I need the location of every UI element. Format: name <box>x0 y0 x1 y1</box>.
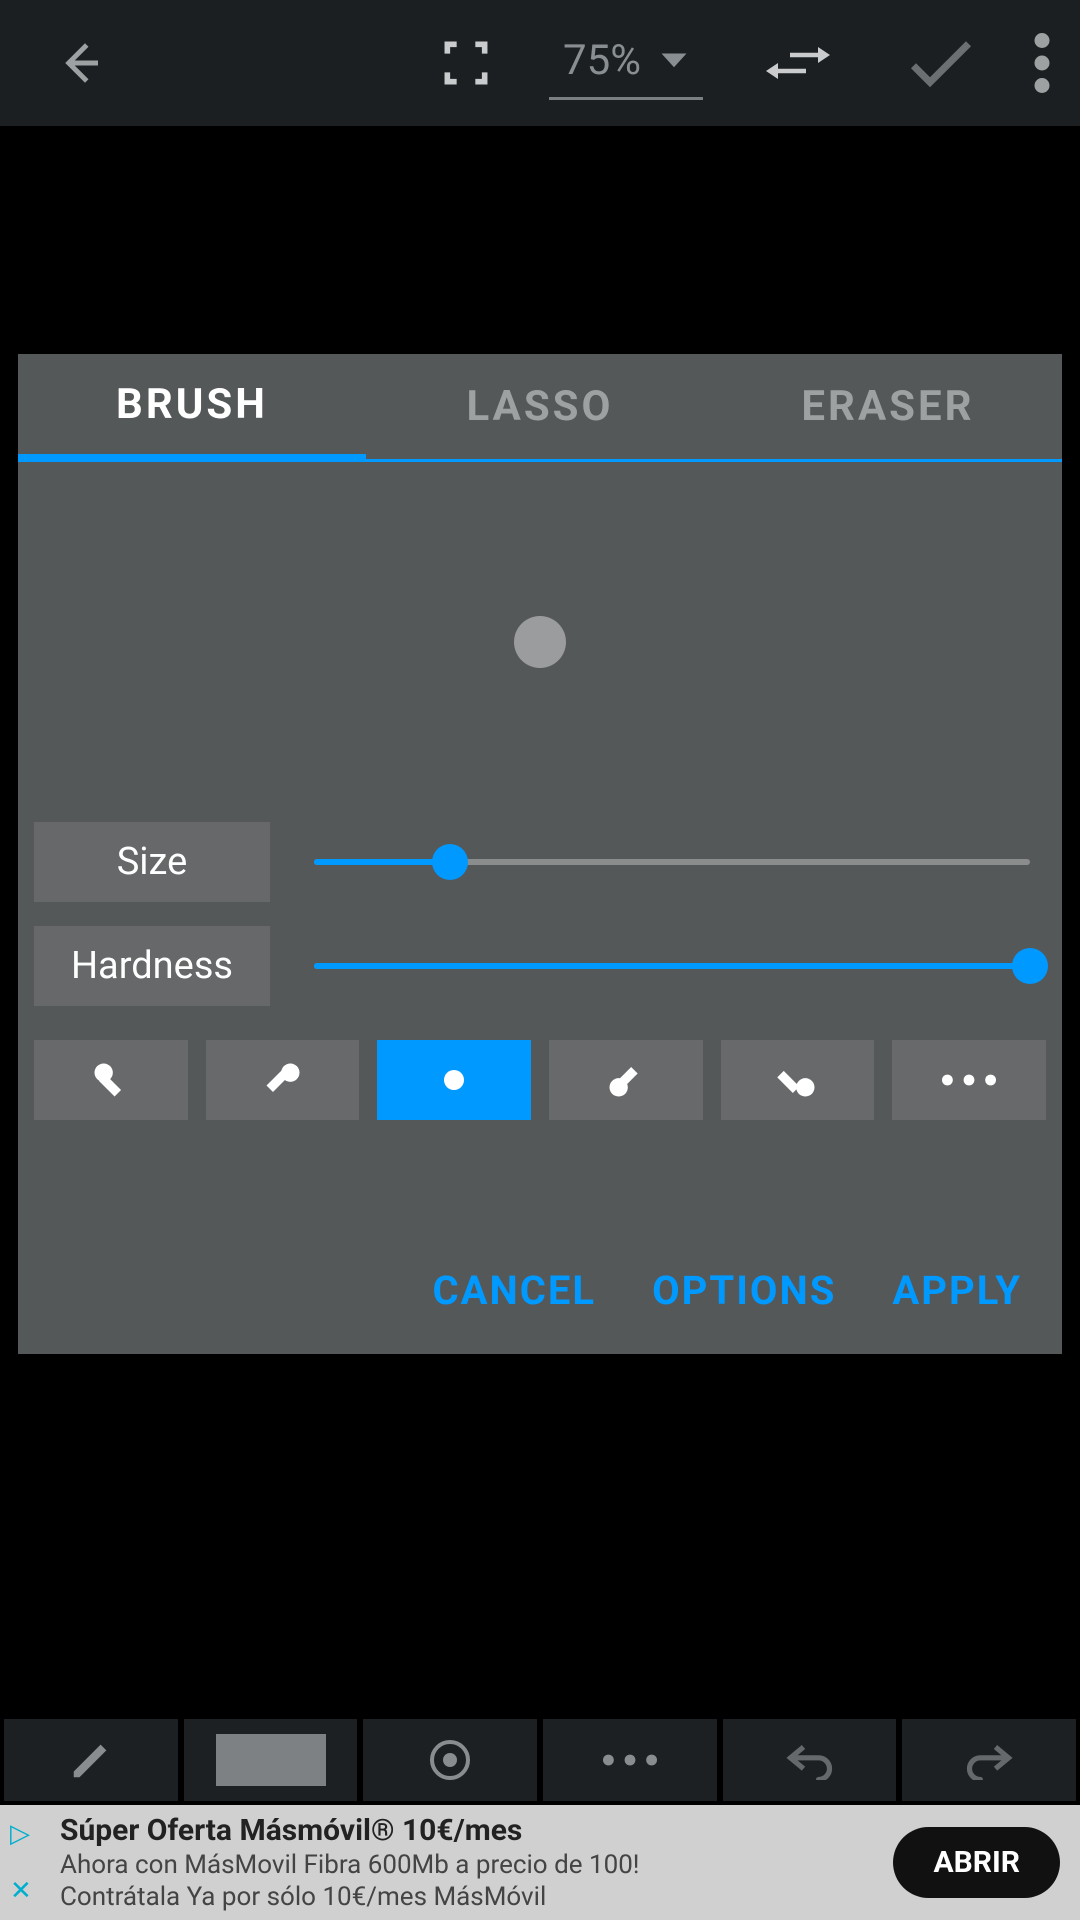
confirm-button[interactable] <box>908 38 974 88</box>
preset-4[interactable] <box>549 1040 703 1120</box>
dot-icon <box>439 1065 469 1095</box>
preset-2[interactable] <box>206 1040 360 1120</box>
more-tools-button[interactable] <box>543 1719 717 1801</box>
preset-1[interactable] <box>34 1040 188 1120</box>
more-icon[interactable] <box>1034 33 1050 93</box>
brush-tip-icon <box>89 1058 133 1102</box>
brush-presets <box>18 1040 1062 1120</box>
ad-open-button[interactable]: ABRIR <box>893 1827 1060 1898</box>
size-label-button[interactable]: Size <box>34 822 270 902</box>
undo-button[interactable] <box>723 1719 897 1801</box>
brush-settings-modal: BRUSH LASSO ERASER Size Hardness <box>18 354 1062 1354</box>
ad-title: Súper Oferta Másmóvil® 10€/mes <box>60 1813 873 1848</box>
brush-preview <box>18 462 1062 822</box>
modal-actions: CANCEL OPTIONS APPLY <box>18 1227 1062 1354</box>
shape-tool-button[interactable] <box>184 1719 358 1801</box>
preset-more[interactable] <box>892 1040 1046 1120</box>
tab-eraser[interactable]: ERASER <box>714 354 1062 459</box>
target-icon <box>426 1736 474 1784</box>
options-button[interactable]: OPTIONS <box>652 1267 836 1314</box>
chevron-down-icon <box>659 51 689 71</box>
pencil-icon <box>68 1737 114 1783</box>
canvas-area: BRUSH LASSO ERASER Size Hardness <box>0 126 1080 1920</box>
hardness-label-button[interactable]: Hardness <box>34 926 270 1006</box>
swap-icon[interactable] <box>758 39 838 87</box>
edit-tool-button[interactable] <box>4 1719 178 1801</box>
tool-tabs: BRUSH LASSO ERASER <box>18 354 1062 462</box>
target-tool-button[interactable] <box>363 1719 537 1801</box>
zoom-value: 75% <box>563 36 641 85</box>
preset-5[interactable] <box>721 1040 875 1120</box>
ellipsis-icon <box>603 1753 657 1767</box>
hardness-slider[interactable] <box>314 946 1030 986</box>
size-control: Size <box>34 822 1046 902</box>
preset-3[interactable] <box>377 1040 531 1120</box>
ellipsis-icon <box>942 1073 996 1087</box>
brush-tip-icon <box>776 1058 820 1102</box>
bottom-toolbar <box>0 1715 1080 1805</box>
size-slider[interactable] <box>314 842 1030 882</box>
brush-tip-icon <box>261 1058 305 1102</box>
ad-line1: Ahora con MásMovil Fibra 600Mb a precio … <box>60 1850 873 1880</box>
close-ad-icon[interactable]: ✕ <box>10 1876 32 1906</box>
brush-preview-dot <box>514 616 566 668</box>
hardness-control: Hardness <box>34 926 1046 1006</box>
brush-tip-icon <box>604 1058 648 1102</box>
ad-banner[interactable]: ▷ ✕ Súper Oferta Másmóvil® 10€/mes Ahora… <box>0 1805 1080 1920</box>
ad-line2: Contrátala Ya por sólo 10€/mes MásMóvil <box>60 1882 873 1912</box>
fullscreen-icon[interactable] <box>438 35 494 91</box>
top-toolbar: 75% <box>0 0 1080 126</box>
adchoices-icon[interactable]: ▷ <box>10 1819 32 1849</box>
tab-brush[interactable]: BRUSH <box>18 354 366 462</box>
cancel-button[interactable]: CANCEL <box>432 1267 596 1314</box>
undo-icon <box>784 1740 836 1780</box>
redo-icon <box>963 1740 1015 1780</box>
apply-button[interactable]: APPLY <box>892 1267 1022 1314</box>
rectangle-icon <box>216 1734 326 1786</box>
zoom-dropdown[interactable]: 75% <box>549 26 703 100</box>
redo-button[interactable] <box>902 1719 1076 1801</box>
tab-lasso[interactable]: LASSO <box>366 354 714 459</box>
back-button[interactable] <box>30 36 130 90</box>
